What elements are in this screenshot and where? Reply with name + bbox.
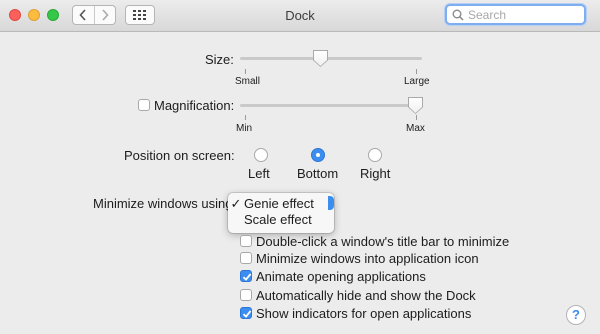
- size-tick-min: [245, 69, 246, 74]
- search-icon: [452, 9, 464, 21]
- search-field[interactable]: [445, 4, 586, 25]
- position-right-label: Right: [360, 166, 391, 181]
- size-tick-max: [416, 69, 417, 74]
- magnification-slider-track[interactable]: [240, 104, 422, 107]
- position-right-radio[interactable]: [368, 148, 382, 162]
- size-max-label: Large: [404, 76, 430, 87]
- minimize-into-icon-label: Minimize windows into application icon: [256, 251, 479, 266]
- double-click-minimize-label: Double-click a window's title bar to min…: [256, 234, 510, 249]
- magnification-tick-max: [416, 115, 417, 120]
- help-button[interactable]: ?: [566, 305, 586, 325]
- size-slider-track[interactable]: [240, 57, 422, 60]
- minimize-effect-menu[interactable]: ✓ Genie effect Scale effect: [228, 193, 334, 233]
- menu-item-scale-label: Scale effect: [244, 212, 312, 227]
- size-min-label: Small: [235, 76, 261, 87]
- magnification-label: Magnification:: [154, 98, 235, 113]
- magnification-min-label: Min: [236, 123, 253, 134]
- size-label: Size:: [205, 52, 234, 67]
- magnification-slider-knob[interactable]: [408, 97, 423, 114]
- show-indicators-label: Show indicators for open applications: [256, 306, 472, 321]
- size-slider-knob[interactable]: [313, 50, 328, 67]
- show-indicators-checkbox[interactable]: [240, 307, 252, 319]
- magnification-max-label: Max: [406, 123, 425, 134]
- title-bar: Dock: [0, 0, 600, 32]
- position-label: Position on screen:: [124, 148, 235, 163]
- auto-hide-label: Automatically hide and show the Dock: [256, 288, 476, 303]
- checkmark-icon: ✓: [230, 196, 242, 211]
- menu-item-genie-label: Genie effect: [244, 196, 314, 211]
- auto-hide-checkbox[interactable]: [240, 289, 252, 301]
- position-left-label: Left: [248, 166, 270, 181]
- minimize-into-icon-checkbox[interactable]: [240, 252, 252, 264]
- menu-item-scale[interactable]: Scale effect: [228, 212, 312, 227]
- minimize-label: Minimize windows using: [93, 196, 233, 211]
- animate-opening-checkbox[interactable]: [240, 270, 252, 282]
- checkmark-icon: [242, 310, 252, 318]
- magnification-tick-min: [245, 115, 246, 120]
- double-click-minimize-checkbox[interactable]: [240, 235, 252, 247]
- search-input[interactable]: [468, 7, 578, 22]
- position-bottom-label: Bottom: [297, 166, 339, 181]
- position-left-radio[interactable]: [254, 148, 268, 162]
- checkmark-icon: [242, 273, 252, 281]
- menu-selection-edge: [328, 196, 334, 210]
- animate-opening-label: Animate opening applications: [256, 269, 426, 284]
- menu-item-genie[interactable]: ✓ Genie effect: [228, 196, 314, 212]
- position-bottom-radio[interactable]: [311, 148, 325, 162]
- magnification-checkbox[interactable]: [138, 99, 150, 111]
